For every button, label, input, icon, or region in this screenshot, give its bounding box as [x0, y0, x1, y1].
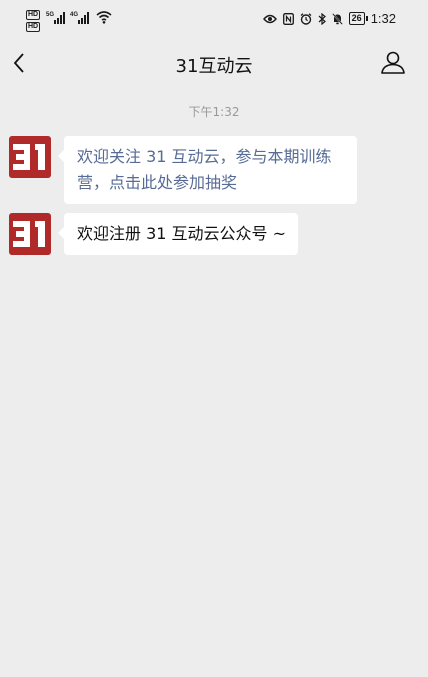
- hd-badge: HD: [26, 22, 41, 32]
- network-4g-label: 4G: [70, 12, 79, 18]
- status-time: 1:32: [370, 11, 396, 26]
- status-right: 26 1:32: [262, 11, 396, 26]
- person-icon: [381, 51, 405, 74]
- signal-icon: [54, 12, 65, 24]
- wifi-icon: [96, 11, 112, 24]
- message-bubble: 欢迎注册 31 互动云公众号 ~: [57, 213, 299, 255]
- bluetooth-icon: [318, 12, 326, 25]
- 31-logo-icon: [13, 221, 45, 247]
- avatar[interactable]: [9, 136, 51, 178]
- profile-button[interactable]: [378, 48, 408, 78]
- avatar[interactable]: [9, 213, 51, 255]
- message-timestamp: 下午1:32: [188, 105, 240, 119]
- hd-badge: HD: [26, 10, 41, 20]
- signal-icon: [78, 12, 89, 24]
- nfc-icon: [282, 12, 294, 25]
- network-5g-label: 5G: [46, 12, 55, 18]
- status-bar: HD HD 5G 4G 26 1:32: [0, 0, 428, 40]
- battery-icon: 26: [348, 12, 368, 25]
- 31-logo-icon: [13, 144, 45, 170]
- message-bubble-link[interactable]: 欢迎关注 31 互动云，参与本期训练营，点击此处参加抽奖: [58, 136, 357, 204]
- alarm-icon: [300, 12, 312, 25]
- mute-bell-icon: [331, 12, 343, 25]
- chat-title: 31互动云: [175, 56, 253, 77]
- nav-bar: 31互动云: [0, 40, 428, 86]
- eye-icon: [262, 14, 277, 23]
